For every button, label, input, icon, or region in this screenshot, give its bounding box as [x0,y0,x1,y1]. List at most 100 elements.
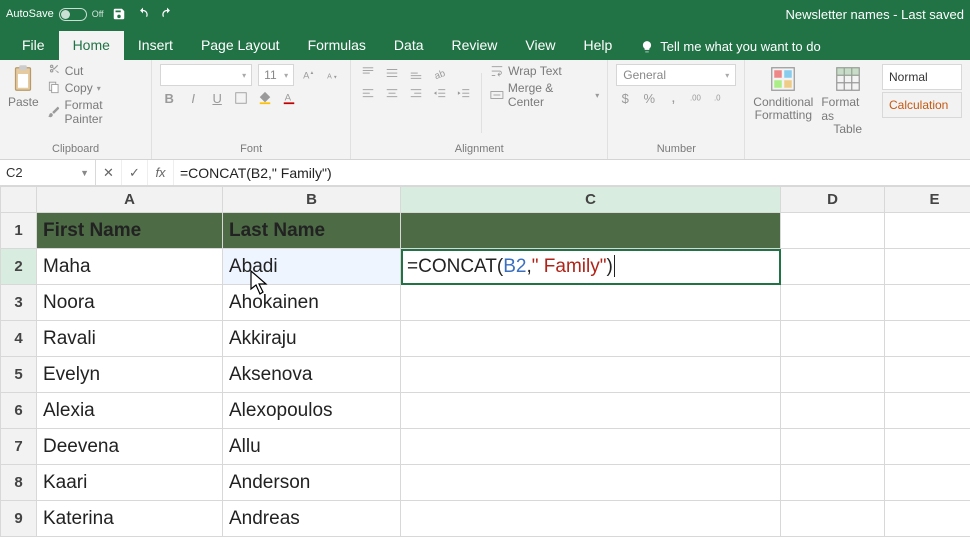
cell[interactable]: Alexopoulos [223,393,401,429]
tab-formulas[interactable]: Formulas [294,31,380,60]
paste-button[interactable]: Paste [8,64,39,109]
merge-center-button[interactable]: Merge & Center ▾ [490,81,599,109]
underline-button[interactable]: U [208,89,226,107]
name-box[interactable]: C2 ▼ [0,160,96,185]
cell[interactable]: Ahokainen [223,285,401,321]
cell[interactable] [401,465,781,501]
row-header[interactable]: 3 [1,285,37,321]
cell[interactable] [781,321,885,357]
cell[interactable] [401,357,781,393]
fill-color-icon[interactable] [256,89,274,107]
cell[interactable] [401,429,781,465]
cell-style-calculation[interactable]: Calculation [882,92,962,118]
tab-help[interactable]: Help [570,31,627,60]
row-header[interactable]: 8 [1,465,37,501]
cell[interactable]: Noora [37,285,223,321]
bold-button[interactable]: B [160,89,178,107]
align-center-icon[interactable] [383,85,401,103]
cell[interactable] [781,213,885,249]
tab-home[interactable]: Home [59,31,124,60]
cell[interactable] [781,429,885,465]
cell[interactable] [401,213,781,249]
orientation-icon[interactable]: ab [431,64,449,82]
cell[interactable] [401,393,781,429]
row-header[interactable]: 7 [1,429,37,465]
cell-active[interactable]: =CONCAT(B2," Family") [401,249,781,285]
format-painter-button[interactable]: Format Painter [47,98,143,126]
cell[interactable]: Kaari [37,465,223,501]
increase-indent-icon[interactable] [455,85,473,103]
undo-icon[interactable] [134,5,152,23]
cell[interactable] [781,249,885,285]
cell[interactable] [781,501,885,537]
tab-data[interactable]: Data [380,31,438,60]
cell[interactable] [885,357,970,393]
increase-font-icon[interactable]: A▲ [300,66,318,84]
cell[interactable] [401,321,781,357]
autosave-toggle[interactable]: AutoSave Off [6,8,104,21]
cell[interactable] [885,321,970,357]
cell[interactable] [781,357,885,393]
row-header[interactable]: 1 [1,213,37,249]
cell[interactable]: First Name [37,213,223,249]
cell[interactable] [885,465,970,501]
cell[interactable] [401,501,781,537]
increase-decimal-icon[interactable]: .00 [688,89,706,107]
cell[interactable]: Anderson [223,465,401,501]
cell[interactable] [885,501,970,537]
align-middle-icon[interactable] [383,64,401,82]
tab-file[interactable]: File [8,31,59,60]
cell[interactable]: Ravali [37,321,223,357]
cell[interactable]: Akkiraju [223,321,401,357]
format-as-table-button[interactable]: Format as Table [821,64,874,136]
row-header[interactable]: 6 [1,393,37,429]
borders-icon[interactable] [232,89,250,107]
formula-input[interactable]: =CONCAT(B2," Family") [174,165,970,181]
cell[interactable]: Last Name [223,213,401,249]
cell[interactable]: Evelyn [37,357,223,393]
tab-view[interactable]: View [511,31,569,60]
cell[interactable]: Allu [223,429,401,465]
row-header[interactable]: 9 [1,501,37,537]
cell[interactable]: Deevena [37,429,223,465]
conditional-formatting-button[interactable]: Conditional Formatting [753,64,813,122]
insert-function-icon[interactable]: fx [148,160,174,185]
row-header[interactable]: 5 [1,357,37,393]
row-header[interactable]: 2 [1,249,37,285]
cell[interactable]: Katerina [37,501,223,537]
cell[interactable]: Maha [37,249,223,285]
wrap-text-button[interactable]: Wrap Text [490,64,599,78]
copy-button[interactable]: Copy ▾ [47,81,143,95]
comma-icon[interactable]: , [664,89,682,107]
currency-icon[interactable]: $ [616,89,634,107]
align-left-icon[interactable] [359,85,377,103]
cell[interactable] [885,285,970,321]
cut-button[interactable]: Cut [47,64,143,78]
redo-icon[interactable] [158,5,176,23]
align-bottom-icon[interactable] [407,64,425,82]
select-all-corner[interactable] [1,187,37,213]
number-format-combo[interactable]: General ▾ [616,64,736,86]
cell-style-normal[interactable]: Normal [882,64,962,90]
cell[interactable] [781,393,885,429]
cell[interactable]: Alexia [37,393,223,429]
enter-formula-icon[interactable]: ✓ [122,160,148,185]
cell[interactable] [781,465,885,501]
tab-review[interactable]: Review [438,31,512,60]
col-header-c[interactable]: C [401,187,781,213]
tab-page-layout[interactable]: Page Layout [187,31,294,60]
italic-button[interactable]: I [184,89,202,107]
align-right-icon[interactable] [407,85,425,103]
cell[interactable] [885,213,970,249]
font-name-combo[interactable]: ▾ [160,64,252,86]
cell[interactable] [885,429,970,465]
col-header-d[interactable]: D [781,187,885,213]
col-header-a[interactable]: A [37,187,223,213]
cell[interactable]: Aksenova [223,357,401,393]
decrease-indent-icon[interactable] [431,85,449,103]
spreadsheet-grid[interactable]: A B C D E 1 First Name Last Name 2 Maha … [0,186,970,537]
align-top-icon[interactable] [359,64,377,82]
tell-me-search[interactable]: Tell me what you want to do [640,39,820,60]
cell[interactable] [885,249,970,285]
cell[interactable] [781,285,885,321]
